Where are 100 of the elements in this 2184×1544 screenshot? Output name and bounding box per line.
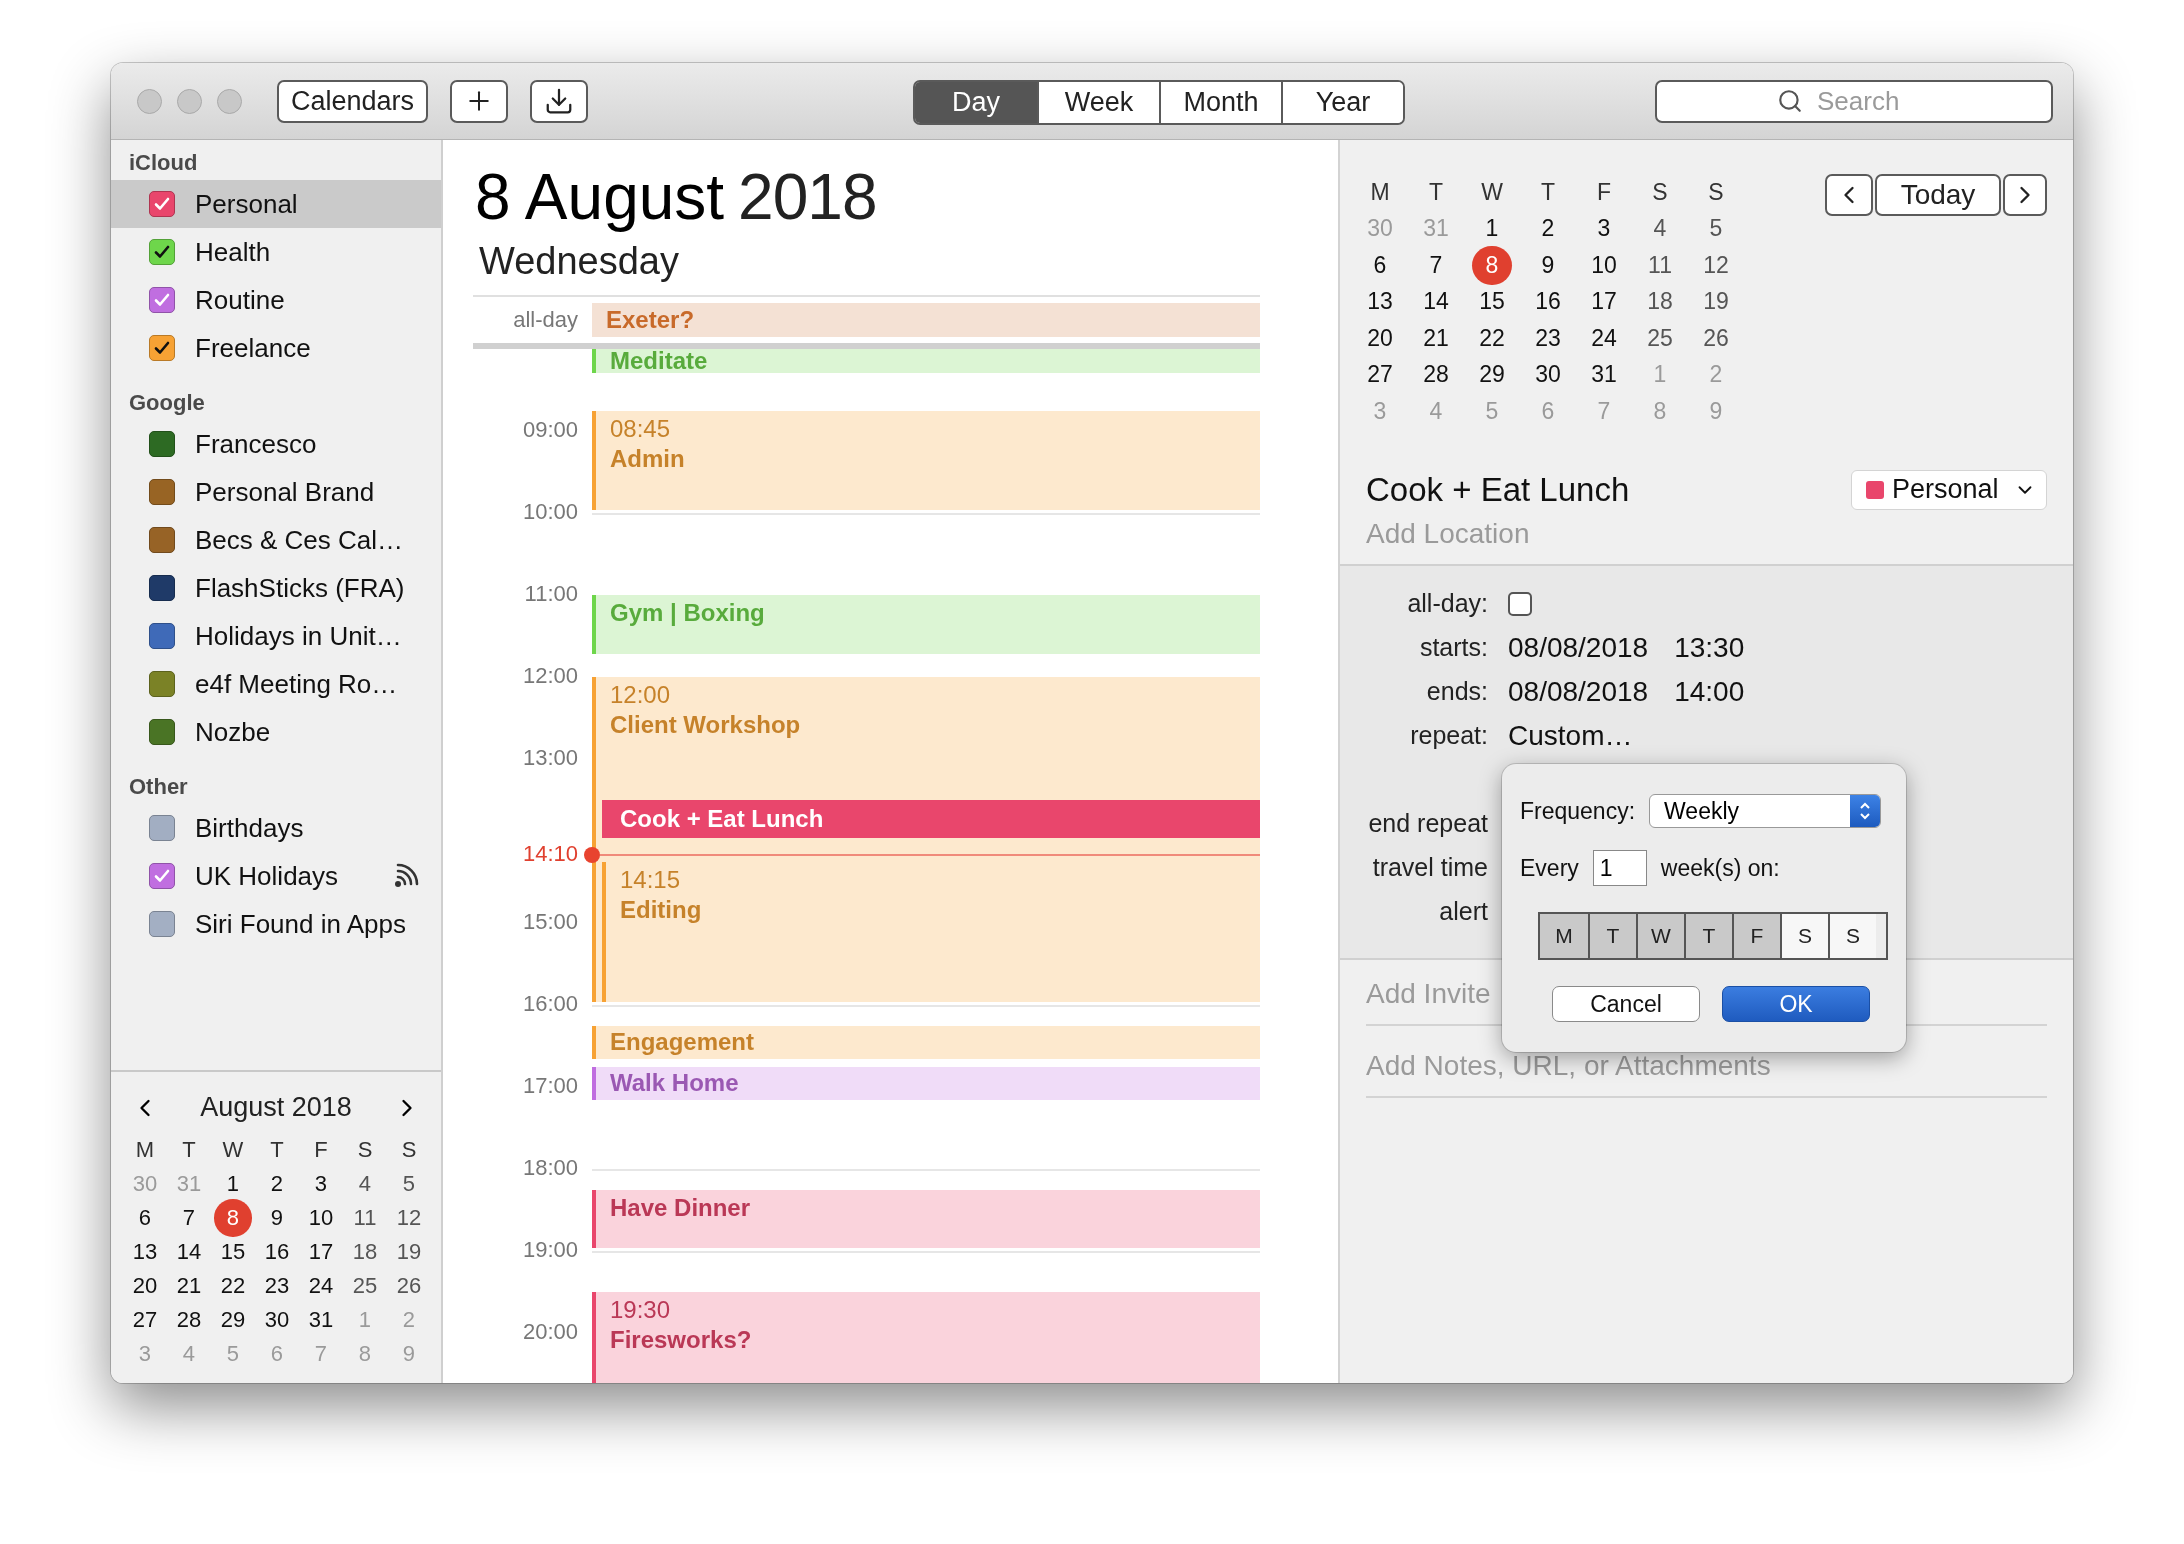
calendars-button[interactable]: Calendars <box>277 79 429 123</box>
field-label: starts: <box>1418 633 1489 662</box>
group-title: Other <box>128 773 189 801</box>
view-tab[interactable]: Month <box>1159 82 1281 123</box>
event-time: 19:30 <box>610 1296 672 1324</box>
calendar-item[interactable]: Siri Found in Apps <box>111 900 441 948</box>
calendar-checkbox[interactable] <box>149 287 175 313</box>
weekday-toggle[interactable]: S <box>1828 914 1876 958</box>
calendar-checkbox[interactable] <box>149 671 175 697</box>
date-value[interactable]: 08/08/2018 <box>1508 675 1649 708</box>
calendar-item[interactable]: Francesco <box>111 420 441 468</box>
calendar-item[interactable]: Holidays in Unit… <box>111 612 441 660</box>
calendar-checkbox[interactable] <box>149 479 175 505</box>
event-time: 12:00 <box>610 681 672 709</box>
calendar-name: FlashSticks (FRA) <box>195 572 405 604</box>
notes-field[interactable]: Add Notes, URL, or Attachments <box>1366 1049 1966 1082</box>
cancel-button[interactable]: Cancel <box>1552 986 1700 1022</box>
field-label: repeat: <box>1409 721 1489 750</box>
search-icon <box>1777 87 1803 114</box>
calendar-checkbox[interactable] <box>149 623 175 649</box>
calendar-item[interactable]: Birthdays <box>111 804 441 852</box>
field-label: all-day: <box>1406 589 1489 618</box>
calendar-name: Birthdays <box>195 812 304 844</box>
view-tab[interactable]: Week <box>1037 82 1159 123</box>
hour-label: 16:00 <box>521 991 578 1017</box>
group-title: iCloud <box>128 149 199 177</box>
event-title: Engagement <box>610 1028 756 1057</box>
repeat-value[interactable]: Custom… <box>1508 719 1633 752</box>
calendar-event[interactable]: Have Dinner <box>592 1189 1260 1248</box>
calendar-name: e4f Meeting Ro… <box>195 668 398 700</box>
calendar-item[interactable]: Personal Brand <box>111 468 441 516</box>
add-button[interactable] <box>450 79 509 123</box>
weekday-label: F <box>1596 178 1612 206</box>
calendar-item[interactable]: Nozbe <box>111 708 441 756</box>
event-title[interactable]: Cook + Eat Lunch <box>1366 470 1630 509</box>
calendar-checkbox[interactable] <box>149 335 175 361</box>
event-time: 08:45 <box>610 414 672 443</box>
previous-button[interactable] <box>1825 174 1873 216</box>
weekday-toggle[interactable]: M <box>1540 914 1588 958</box>
calendar-checkbox[interactable] <box>149 239 175 265</box>
calendar-checkbox[interactable] <box>149 815 175 841</box>
interval-field[interactable]: 1 <box>1592 850 1647 886</box>
event-title: Editing <box>620 895 703 924</box>
calendar-event[interactable]: Walk Home <box>592 1066 1260 1101</box>
ok-button[interactable]: OK <box>1722 986 1870 1022</box>
hour-label: 11:00 <box>523 581 578 607</box>
calendar-event[interactable]: Cook + Eat Lunch <box>602 800 1260 838</box>
view-tab[interactable]: Day <box>915 82 1037 123</box>
weekday-label: F <box>314 1137 328 1163</box>
hour-label: 15:00 <box>521 909 578 935</box>
time-value[interactable]: 14:00 <box>1674 675 1745 708</box>
next-button[interactable] <box>2003 174 2047 216</box>
calendar-event[interactable]: 19:30 Firesworks? <box>592 1292 1260 1383</box>
date-value[interactable]: 08/08/2018 <box>1508 631 1649 664</box>
weekday-toggle[interactable]: W <box>1636 914 1684 958</box>
calendar-dropdown[interactable]: Personal <box>1851 469 2047 510</box>
calendar-checkbox[interactable] <box>149 431 175 457</box>
all-day-checkbox[interactable] <box>1508 591 1532 616</box>
calendar-name: Becs & Ces Cal… <box>195 524 404 556</box>
invitees-field[interactable]: Add Invite <box>1366 977 1536 1010</box>
calendar-item[interactable]: Freelance <box>111 324 441 372</box>
search-field[interactable]: Search <box>1655 79 2053 123</box>
calendar-checkbox[interactable] <box>149 863 175 889</box>
calendar-checkbox[interactable] <box>149 719 175 745</box>
event-title: Have Dinner <box>610 1193 752 1222</box>
hour-label: 19:00 <box>521 1237 578 1263</box>
calendar-event[interactable]: 12:00 Client Workshop Cook + Eat Lunch 14:15 Editing <box>592 677 1260 1002</box>
hour-label: 13:00 <box>521 745 578 771</box>
hour-label: 20:00 <box>521 1319 578 1345</box>
weekday-toggle[interactable]: T <box>1684 914 1732 958</box>
calendar-name: Siri Found in Apps <box>195 908 406 940</box>
weekday-toggle[interactable]: F <box>1732 914 1780 958</box>
calendar-item[interactable]: Routine <box>111 276 441 324</box>
weekday-toggle[interactable]: T <box>1588 914 1636 958</box>
weekday-label: S <box>401 1137 417 1163</box>
event-title: Admin <box>610 444 686 473</box>
calendar-checkbox[interactable] <box>149 191 175 217</box>
calendar-name: Personal <box>195 188 298 220</box>
calendar-item[interactable]: FlashSticks (FRA) <box>111 564 441 612</box>
calendar-checkbox[interactable] <box>149 527 175 553</box>
calendar-item[interactable]: e4f Meeting Ro… <box>111 660 441 708</box>
calendar-checkbox[interactable] <box>149 575 175 601</box>
calendar-day[interactable]: 8 <box>1472 245 1512 285</box>
calendar-day[interactable]: 8 <box>214 1199 252 1237</box>
group-title: Google <box>128 389 206 417</box>
calendar-item[interactable]: UK Holidays <box>111 852 441 900</box>
calendar-checkbox[interactable] <box>149 911 175 937</box>
today-button[interactable]: Today <box>1875 174 2001 216</box>
view-tab[interactable]: Year <box>1281 82 1403 123</box>
calendar-item[interactable]: Becs & Ces Cal… <box>111 516 441 564</box>
frequency-select[interactable]: Weekly <box>1649 794 1882 828</box>
event-title: Firesworks? <box>610 1326 753 1354</box>
weekday-toggle[interactable]: S <box>1780 914 1828 958</box>
calendar-item[interactable]: Personal <box>111 180 441 228</box>
calendar-item[interactable]: Health <box>111 228 441 276</box>
current-time-label: 14:10 <box>521 840 578 867</box>
download-button[interactable] <box>530 79 589 123</box>
time-value[interactable]: 13:30 <box>1674 631 1745 664</box>
date-title: 8 August <box>475 160 725 234</box>
location-field[interactable]: Add Location <box>1366 517 1966 550</box>
